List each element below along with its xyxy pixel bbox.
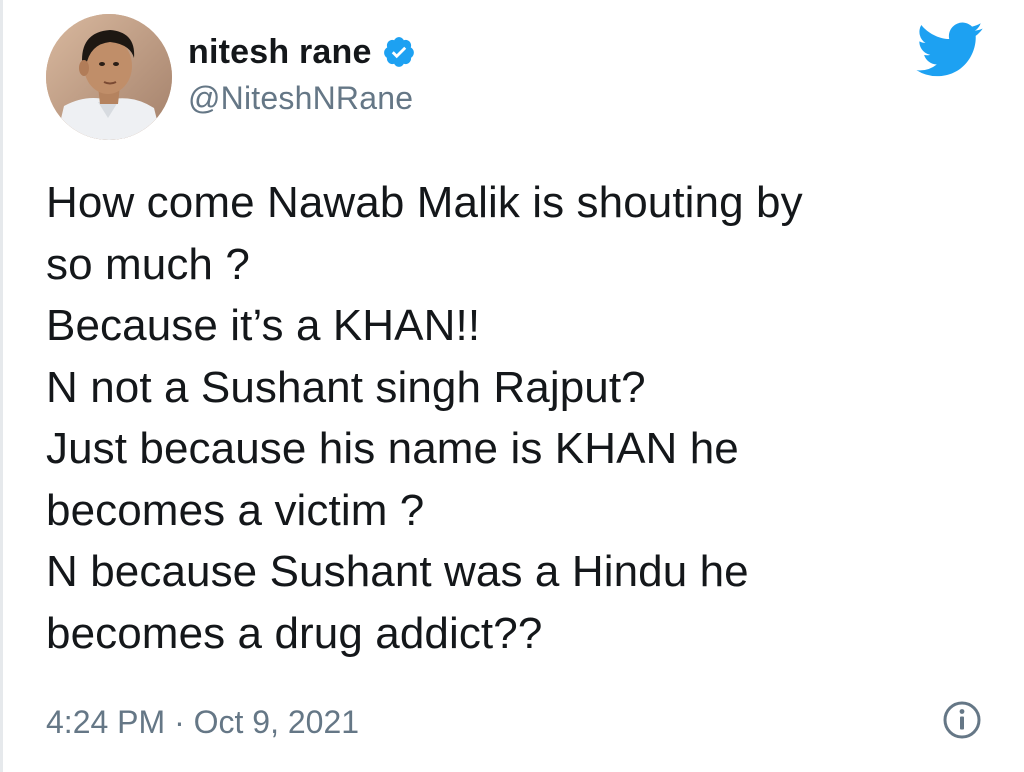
tweet-line: so much ? [46,239,250,289]
author-block: nitesh rane @NiteshNRane [188,30,416,117]
tweet-line: Just because his name is KHAN he [46,424,739,473]
tweet-line: Because it’s a KHAN!! [46,301,481,350]
tweet-text: How come Nawab Malik is shouting by so m… [46,172,976,664]
display-name[interactable]: nitesh rane [188,33,372,72]
timestamp-date: Oct 9, 2021 [193,703,360,740]
timestamp-separator: · [174,703,185,740]
tweet-line: becomes a drug addict?? [46,608,543,658]
tweet-card: nitesh rane @NiteshNRane How come Nawab … [0,0,1024,772]
card-border [0,0,3,772]
tweet-line: becomes a victim ? [46,485,425,535]
user-handle[interactable]: @NiteshNRane [188,80,416,117]
tweet-meta: 4:24 PM · Oct 9, 2021 [46,700,982,744]
timestamp[interactable]: 4:24 PM · Oct 9, 2021 [46,704,359,741]
profile-photo-icon [46,14,172,140]
info-icon[interactable] [942,700,982,740]
name-row: nitesh rane [188,30,416,74]
timestamp-time: 4:24 PM [46,703,166,740]
twitter-bird-icon[interactable] [916,22,984,78]
verified-badge-icon [382,35,416,69]
tweet-line: N not a Sushant singh Rajput? [46,362,646,412]
tweet-line: How come Nawab Malik is shouting by [46,178,803,227]
avatar[interactable] [46,14,172,140]
tweet-line: N because Sushant was a Hindu he [46,547,749,596]
